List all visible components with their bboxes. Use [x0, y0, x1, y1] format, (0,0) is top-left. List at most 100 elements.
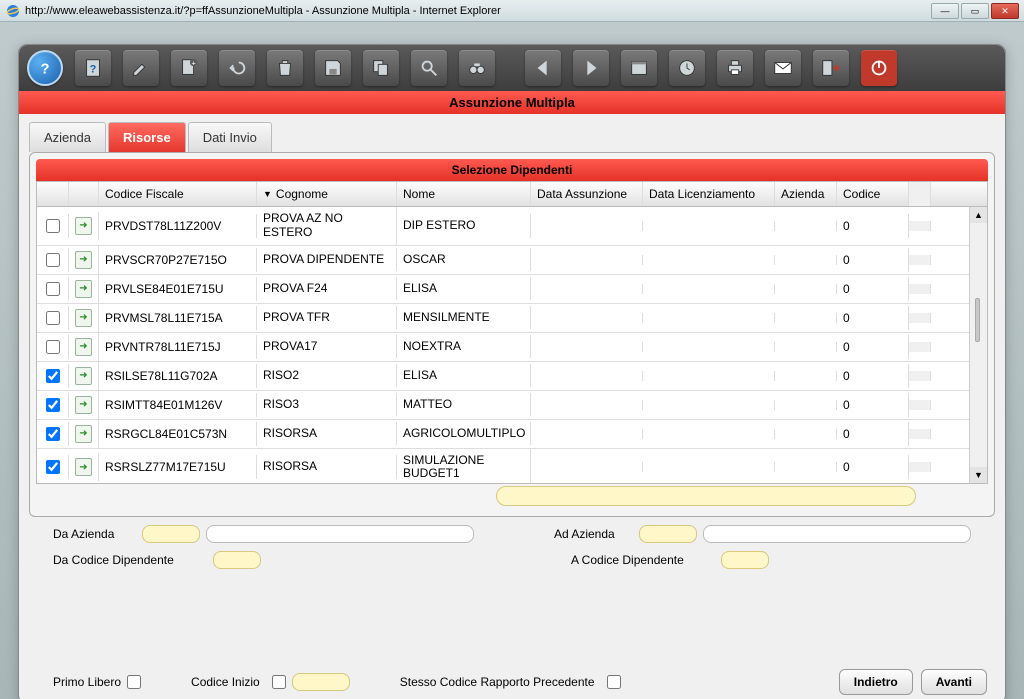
- table-row[interactable]: ➜PRVDST78L11Z200VPROVA AZ NO ESTERODIP E…: [37, 207, 987, 246]
- help-file-icon[interactable]: ?: [75, 50, 111, 86]
- maximize-button[interactable]: ▭: [961, 3, 989, 19]
- row-action-icon[interactable]: ➜: [75, 280, 92, 298]
- cell-codice: 0: [837, 364, 909, 388]
- clock-icon[interactable]: [669, 50, 705, 86]
- cell-codice-fiscale: PRVSCR70P27E715O: [99, 248, 257, 272]
- codice-inizio-checkbox[interactable]: [272, 675, 286, 689]
- row-checkbox[interactable]: [46, 219, 60, 233]
- col-data-licenziamento[interactable]: Data Licenziamento: [643, 182, 775, 206]
- tab-dati-invio[interactable]: Dati Invio: [188, 122, 272, 152]
- primo-libero-checkbox[interactable]: [127, 675, 141, 689]
- minimize-button[interactable]: —: [931, 3, 959, 19]
- row-checkbox[interactable]: [46, 398, 60, 412]
- indietro-button[interactable]: Indietro: [839, 669, 913, 695]
- row-checkbox[interactable]: [46, 369, 60, 383]
- ad-azienda-code[interactable]: [639, 525, 697, 543]
- grid-panel: Selezione Dipendenti Codice Fiscale ▼Cog…: [29, 152, 995, 517]
- scroll-thumb[interactable]: [975, 298, 980, 342]
- row-action-icon[interactable]: ➜: [75, 396, 92, 414]
- cell-cognome: RISORSA: [257, 455, 397, 479]
- cell-data-assunzione: [531, 313, 643, 323]
- binoculars-icon[interactable]: [459, 50, 495, 86]
- cell-azienda: [775, 371, 837, 381]
- cell-azienda: [775, 429, 837, 439]
- codice-inizio-field[interactable]: [292, 673, 350, 691]
- calendar-icon[interactable]: [621, 50, 657, 86]
- row-checkbox[interactable]: [46, 253, 60, 267]
- scroll-down-icon[interactable]: ▼: [970, 467, 987, 483]
- search-icon[interactable]: [411, 50, 447, 86]
- da-azienda-name[interactable]: [206, 525, 474, 543]
- table-row[interactable]: ➜RSILSE78L11G702ARISO2ELISA0: [37, 362, 987, 391]
- col-data-assunzione[interactable]: Data Assunzione: [531, 182, 643, 206]
- row-checkbox[interactable]: [46, 427, 60, 441]
- cell-azienda: [775, 342, 837, 352]
- undo-icon[interactable]: [219, 50, 255, 86]
- tab-risorse[interactable]: Risorse: [108, 122, 186, 152]
- file-plus-icon[interactable]: +: [171, 50, 207, 86]
- cell-codice: 0: [837, 393, 909, 417]
- print-icon[interactable]: [717, 50, 753, 86]
- table-row[interactable]: ➜RSIMTT84E01M126VRISO3MATTEO0: [37, 391, 987, 420]
- cell-nome: AGRICOLOMULTIPLO: [397, 422, 531, 446]
- stesso-codice-checkbox[interactable]: [607, 675, 621, 689]
- grid-filter-field[interactable]: [496, 486, 916, 506]
- grid-scrollbar[interactable]: ▲ ▼: [969, 207, 987, 483]
- row-action-icon[interactable]: ➜: [75, 217, 92, 235]
- table-row[interactable]: ➜ RSRSLZ77M17E715URISORSASIMULAZIONE BUDG…: [37, 449, 987, 483]
- col-nome[interactable]: Nome: [397, 182, 531, 206]
- row-checkbox[interactable]: [46, 340, 60, 354]
- grid-title: Selezione Dipendenti: [36, 159, 988, 181]
- trash-icon[interactable]: [267, 50, 303, 86]
- row-action-icon[interactable]: ➜: [75, 309, 92, 327]
- cell-nome: MATTEO: [397, 393, 531, 417]
- cell-nome: SIMULAZIONE BUDGET1: [397, 449, 531, 483]
- cell-data-licenziamento: [643, 313, 775, 323]
- cell-codice: 0: [837, 335, 909, 359]
- cell-nome: ELISA: [397, 277, 531, 301]
- nav-prev-icon[interactable]: [525, 50, 561, 86]
- da-azienda-code[interactable]: [142, 525, 200, 543]
- da-codice-dip-field[interactable]: [213, 551, 261, 569]
- lbl-primo-libero: Primo Libero: [53, 675, 121, 689]
- row-checkbox[interactable]: [46, 460, 60, 474]
- table-row[interactable]: ➜PRVSCR70P27E715OPROVA DIPENDENTEOSCAR0: [37, 246, 987, 275]
- edit-icon[interactable]: [123, 50, 159, 86]
- row-action-icon[interactable]: ➜: [75, 338, 92, 356]
- tabs: Azienda Risorse Dati Invio: [29, 122, 1005, 152]
- cell-codice-fiscale: RSRSLZ77M17E715U: [99, 455, 257, 479]
- row-checkbox[interactable]: [46, 311, 60, 325]
- mail-icon[interactable]: [765, 50, 801, 86]
- cell-codice: 0: [837, 248, 909, 272]
- row-action-icon[interactable]: ➜: [75, 251, 92, 269]
- help-round-icon[interactable]: ?: [27, 50, 63, 86]
- tab-azienda[interactable]: Azienda: [29, 122, 106, 152]
- col-check[interactable]: [37, 182, 69, 206]
- col-codice[interactable]: Codice: [837, 182, 909, 206]
- table-row[interactable]: ➜PRVLSE84E01E715UPROVA F24ELISA0: [37, 275, 987, 304]
- save-icon[interactable]: [315, 50, 351, 86]
- row-action-icon[interactable]: ➜: [75, 425, 92, 443]
- close-button[interactable]: ✕: [991, 3, 1019, 19]
- a-codice-dip-field[interactable]: [721, 551, 769, 569]
- avanti-button[interactable]: Avanti: [921, 669, 987, 695]
- ad-azienda-name[interactable]: [703, 525, 971, 543]
- scroll-up-icon[interactable]: ▲: [970, 207, 987, 223]
- table-row[interactable]: ➜PRVNTR78L11E715JPROVA17NOEXTRA0: [37, 333, 987, 362]
- nav-next-icon[interactable]: [573, 50, 609, 86]
- row-action-icon[interactable]: ➜: [75, 367, 92, 385]
- col-codice-fiscale[interactable]: Codice Fiscale: [99, 182, 257, 206]
- col-cognome[interactable]: ▼Cognome: [257, 182, 397, 206]
- cell-data-assunzione: [531, 255, 643, 265]
- cell-data-assunzione: [531, 462, 643, 472]
- row-checkbox[interactable]: [46, 282, 60, 296]
- exit-icon[interactable]: [813, 50, 849, 86]
- copy-icon[interactable]: [363, 50, 399, 86]
- col-azienda[interactable]: Azienda: [775, 182, 837, 206]
- table-row[interactable]: ➜RSRGCL84E01C573NRISORSAAGRICOLOMULTIPLO…: [37, 420, 987, 449]
- row-action-icon[interactable]: ➜: [75, 458, 92, 476]
- table-row[interactable]: ➜PRVMSL78L11E715APROVA TFRMENSILMENTE0: [37, 304, 987, 333]
- cell-data-licenziamento: [643, 462, 775, 472]
- power-icon[interactable]: [861, 50, 897, 86]
- cell-data-assunzione: [531, 221, 643, 231]
